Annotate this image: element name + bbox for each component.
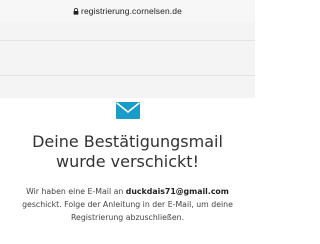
header-divider (0, 75, 255, 76)
header-band (0, 22, 255, 98)
page-title: Deine Bestätigungsmail wurde verschickt! (0, 132, 255, 172)
browser-url-bar[interactable]: registrierung.cornelsen.de (0, 0, 255, 22)
message-line: geschickt. Folge der Anleitung in der E-… (22, 200, 233, 209)
envelope-icon (116, 102, 140, 119)
email-address: duckdais71@gmail.com (125, 187, 229, 196)
title-line: wurde verschickt! (56, 152, 199, 171)
header-divider (0, 40, 255, 41)
page: registrierung.cornelsen.de Deine Bestäti… (0, 0, 255, 244)
message-line: Registrierung abzuschließen. (70, 213, 185, 222)
url-display[interactable]: registrierung.cornelsen.de (73, 6, 182, 16)
lock-icon (73, 7, 79, 15)
message-prefix: Wir haben eine E-Mail an (26, 187, 126, 196)
confirmation-message: Wir haben eine E-Mail an duckdais71@gmai… (6, 185, 249, 224)
title-line: Deine Bestätigungsmail (32, 132, 223, 151)
message-line: Wir haben eine E-Mail an duckdais71@gmai… (6, 185, 249, 198)
url-text: registrierung.cornelsen.de (81, 6, 182, 16)
